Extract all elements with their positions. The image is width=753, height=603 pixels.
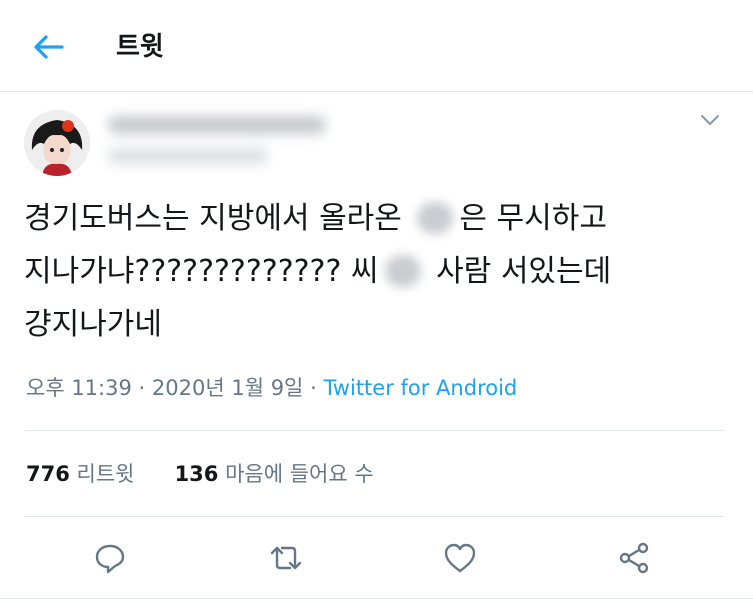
back-arrow-icon — [34, 35, 64, 59]
likes-label: 마음에 들어요 수 — [225, 462, 374, 486]
avatar-image — [24, 110, 90, 176]
tweet-line: 걍지나가네 — [24, 307, 162, 342]
divider — [24, 516, 724, 517]
share-button[interactable] — [614, 538, 654, 578]
meta-separator: · — [138, 376, 146, 400]
avatar[interactable] — [24, 110, 90, 176]
share-icon — [619, 542, 649, 574]
back-button[interactable] — [28, 30, 68, 64]
tweet-line: 경기도버스는 지방에서 올라온 은 무시하고 — [24, 201, 607, 236]
more-options-button[interactable] — [698, 110, 722, 130]
reply-button[interactable] — [90, 538, 130, 578]
tweet-date[interactable]: 2020년 1월 9일 — [152, 376, 303, 400]
author-name-redacted[interactable] — [108, 116, 326, 134]
tweet-time[interactable]: 오후 11:39 — [26, 376, 132, 400]
retweets-label: 리트윗 — [76, 462, 135, 486]
likes-stat[interactable]: 136 마음에 들어요 수 — [175, 462, 374, 486]
likes-count: 136 — [174, 462, 219, 486]
tweet-text: 경기도버스는 지방에서 올라온 은 무시하고 지나가냐?????????????… — [24, 192, 734, 351]
divider — [0, 598, 753, 599]
tweet-actions — [0, 538, 753, 578]
redacted-word — [384, 255, 421, 287]
retweets-count: 776 — [26, 462, 70, 486]
like-icon — [444, 543, 476, 573]
reply-icon — [95, 544, 125, 574]
tweet-stats: 776 리트윗 136 마음에 들어요 수 — [26, 458, 374, 488]
tweet-line: 지나가냐????????????? 씨 사람 서있는데 — [24, 254, 612, 289]
meta-separator: · — [310, 376, 317, 400]
divider — [24, 430, 724, 431]
like-button[interactable] — [440, 538, 480, 578]
author-handle-redacted — [108, 148, 268, 164]
retweet-icon — [270, 546, 302, 570]
retweet-button[interactable] — [266, 538, 306, 578]
chevron-down-icon — [701, 115, 719, 125]
top-bar: 트윗 — [0, 0, 753, 92]
redacted-word — [417, 202, 454, 234]
page-title: 트윗 — [116, 32, 164, 62]
tweet-source[interactable]: Twitter for Android — [323, 376, 517, 400]
tweet-meta: 오후 11:39 · 2020년 1월 9일 · Twitter for And… — [26, 372, 517, 402]
retweets-stat[interactable]: 776 리트윗 — [26, 462, 135, 486]
